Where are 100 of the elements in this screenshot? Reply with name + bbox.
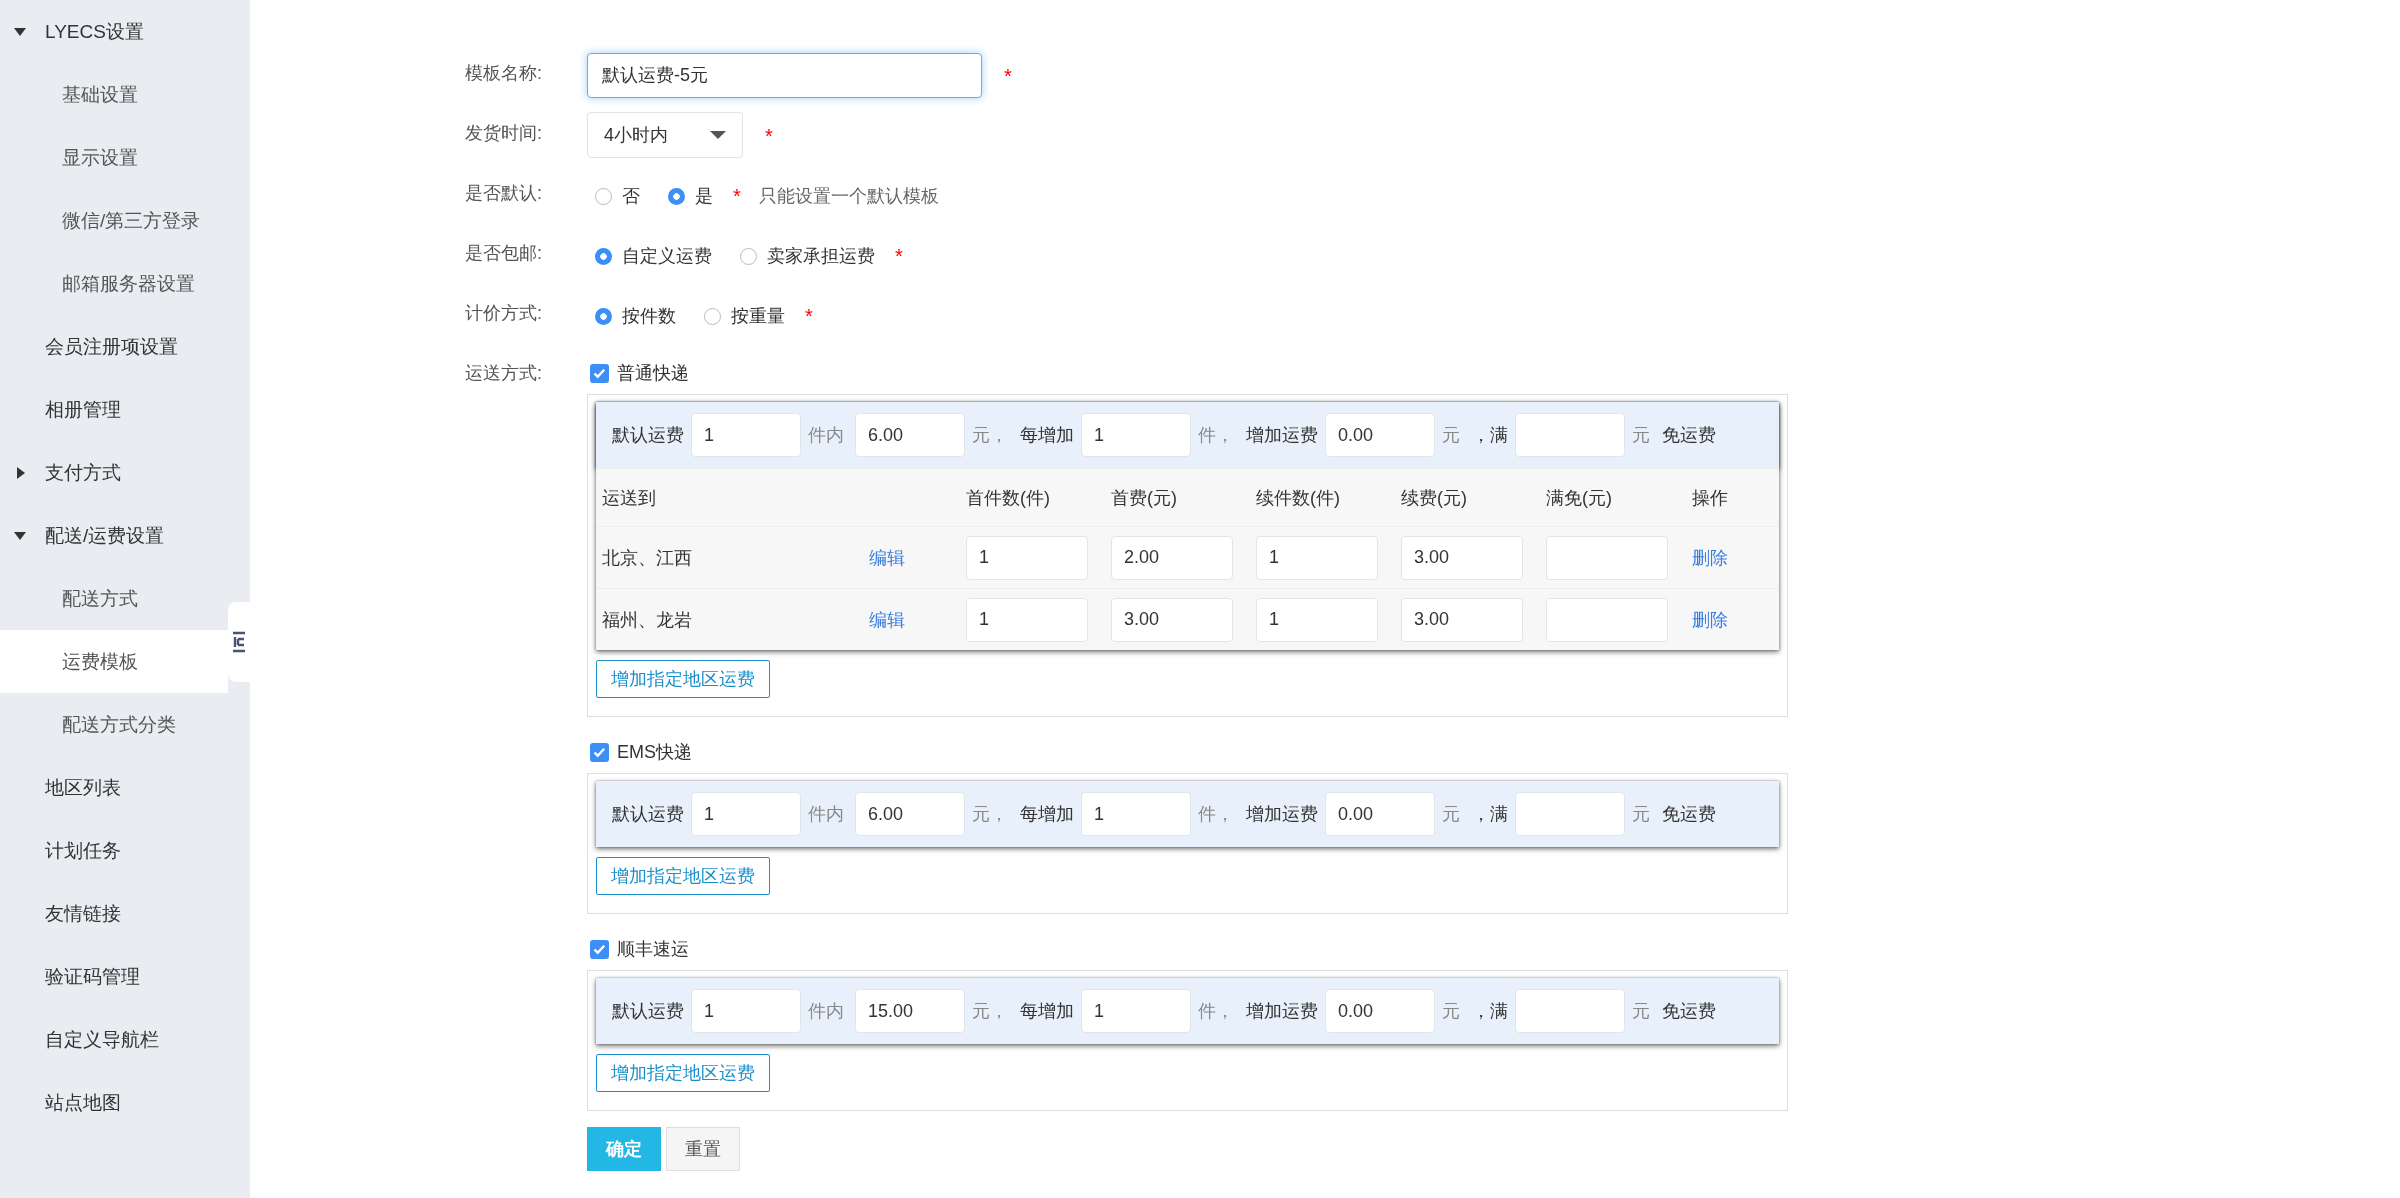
sidebar-item[interactable]: 配送/运费设置: [0, 504, 228, 567]
sidebar-subitem[interactable]: 邮箱服务器设置: [0, 252, 228, 315]
number-field[interactable]: 1: [1081, 413, 1191, 457]
fee-label: 默认运费: [612, 803, 684, 826]
unit-label: 件，: [1198, 424, 1234, 447]
unit-label: 元: [1442, 1000, 1460, 1023]
sidebar-item[interactable]: 计划任务: [0, 819, 228, 882]
fee-label: 免运费: [1662, 803, 1716, 826]
sidebar-subitem[interactable]: 配送方式: [0, 567, 228, 630]
radio-label: 否: [622, 185, 640, 208]
checkbox[interactable]: [590, 939, 609, 959]
radio-button[interactable]: [668, 187, 685, 205]
table-input[interactable]: 1: [1256, 535, 1378, 580]
caret-down-icon: [710, 131, 726, 139]
number-field[interactable]: [1515, 792, 1625, 836]
unit-label: 元: [1632, 1000, 1650, 1023]
sidebar-subitem[interactable]: 运费模板: [0, 630, 228, 693]
unit-label: 件内: [808, 803, 844, 826]
sidebar-item[interactable]: 支付方式: [0, 441, 228, 504]
sidebar-item[interactable]: LYECS设置: [0, 0, 228, 63]
column-header: 续费(元): [1395, 468, 1540, 526]
checkbox-label: EMS快递: [617, 741, 692, 764]
table-input[interactable]: 3.00: [1111, 597, 1233, 642]
fee-label: 免运费: [1662, 1000, 1716, 1023]
edit-link[interactable]: 编辑: [869, 545, 905, 570]
sidebar-subitem[interactable]: 微信/第三方登录: [0, 189, 228, 252]
radio-label: 是: [695, 185, 713, 208]
checkbox-label: 顺丰速运: [617, 938, 689, 961]
required-asterisk: *: [805, 304, 813, 328]
fee-label: ，满: [1472, 803, 1508, 826]
number-field[interactable]: 1: [1081, 989, 1191, 1033]
field-label: 是否默认:: [465, 182, 543, 205]
number-field[interactable]: 6.00: [855, 792, 965, 836]
table-input[interactable]: [1546, 535, 1668, 580]
table-input[interactable]: 1: [966, 597, 1088, 642]
column-header: 满免(元): [1540, 468, 1686, 526]
sidebar-item-label: LYECS设置: [45, 19, 144, 44]
sidebar-item-label: 支付方式: [45, 460, 121, 485]
table-input[interactable]: 1: [1256, 597, 1378, 642]
radio-button[interactable]: [595, 307, 612, 325]
sidebar-subitem[interactable]: 基础设置: [0, 63, 228, 126]
sidebar-item[interactable]: 验证码管理: [0, 945, 228, 1008]
sidebar-item[interactable]: 自定义导航栏: [0, 1008, 228, 1071]
radio-label: 按重量: [731, 305, 785, 328]
table-input[interactable]: 3.00: [1401, 597, 1523, 642]
fee-label: 增加运费: [1246, 803, 1318, 826]
add-region-button[interactable]: 增加指定地区运费: [596, 857, 770, 895]
number-field[interactable]: 15.00: [855, 989, 965, 1033]
radio-button[interactable]: [595, 187, 612, 205]
required-asterisk: *: [895, 244, 903, 268]
sidebar-item[interactable]: 会员注册项设置: [0, 315, 228, 378]
dropdown[interactable]: 4小时内: [587, 112, 743, 158]
number-field[interactable]: 0.00: [1325, 792, 1435, 836]
column-header: 续件数(件): [1250, 468, 1395, 526]
column-header: 首费(元): [1105, 468, 1250, 526]
table-input[interactable]: 3.00: [1401, 535, 1523, 580]
number-field[interactable]: 0.00: [1325, 413, 1435, 457]
sidebar-subitem[interactable]: 配送方式分类: [0, 693, 228, 756]
radio-button[interactable]: [704, 307, 721, 325]
reset-button[interactable]: 重置: [666, 1127, 740, 1171]
table-input[interactable]: 1: [966, 535, 1088, 580]
table-input[interactable]: 2.00: [1111, 535, 1233, 580]
number-field[interactable]: 1: [1081, 792, 1191, 836]
number-field[interactable]: 1: [691, 792, 801, 836]
add-region-button[interactable]: 增加指定地区运费: [596, 1054, 770, 1092]
sidebar-item[interactable]: 友情链接: [0, 882, 228, 945]
edit-link[interactable]: 编辑: [869, 607, 905, 632]
column-header: 首件数(件): [960, 468, 1105, 526]
unit-label: 元，: [972, 424, 1008, 447]
sidebar-subitem[interactable]: 显示设置: [0, 126, 228, 189]
sidebar-item[interactable]: 地区列表: [0, 756, 228, 819]
unit-label: 元，: [972, 803, 1008, 826]
number-field[interactable]: [1515, 989, 1625, 1033]
checkbox[interactable]: [590, 363, 609, 383]
number-field[interactable]: 6.00: [855, 413, 965, 457]
text-field[interactable]: 默认运费-5元: [587, 52, 982, 98]
required-asterisk: *: [733, 184, 741, 208]
delete-link[interactable]: 删除: [1692, 607, 1728, 632]
field-label: 运送方式:: [465, 362, 543, 385]
table-input[interactable]: [1546, 597, 1668, 642]
number-field[interactable]: 1: [691, 413, 801, 457]
radio-button[interactable]: [595, 247, 612, 265]
sidebar-item[interactable]: 相册管理: [0, 378, 228, 441]
unit-label: 件，: [1198, 1000, 1234, 1023]
checkbox[interactable]: [590, 742, 609, 762]
fee-label: 每增加: [1020, 803, 1074, 826]
unit-label: 元: [1442, 803, 1460, 826]
radio-button[interactable]: [740, 247, 757, 265]
sidebar-item[interactable]: 站点地图: [0, 1071, 228, 1134]
number-field[interactable]: [1515, 413, 1625, 457]
unit-label: 件内: [808, 1000, 844, 1023]
radio-label: 按件数: [622, 305, 676, 328]
checkbox-label: 普通快递: [617, 362, 689, 385]
required-asterisk: *: [765, 124, 773, 148]
add-region-button[interactable]: 增加指定地区运费: [596, 660, 770, 698]
fee-label: 默认运费: [612, 1000, 684, 1023]
radio-label: 卖家承担运费: [767, 245, 875, 268]
number-field[interactable]: 1: [691, 989, 801, 1033]
delete-link[interactable]: 删除: [1692, 545, 1728, 570]
number-field[interactable]: 0.00: [1325, 989, 1435, 1033]
